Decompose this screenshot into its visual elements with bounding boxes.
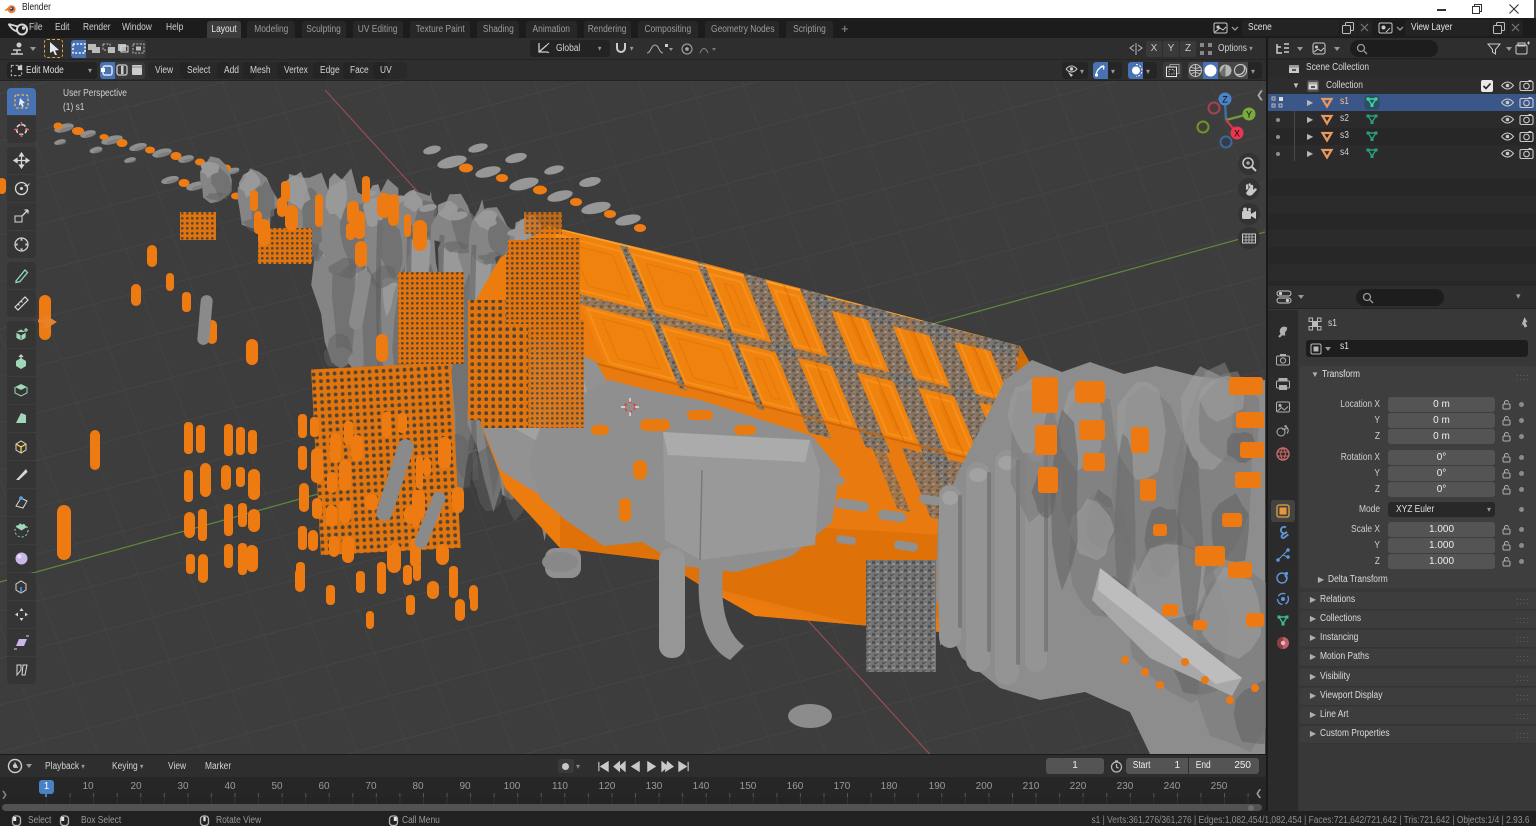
svg-text:Y: Y [1246,110,1252,120]
svg-text:X: X [1234,129,1240,139]
svg-text:Z: Z [1222,95,1228,105]
